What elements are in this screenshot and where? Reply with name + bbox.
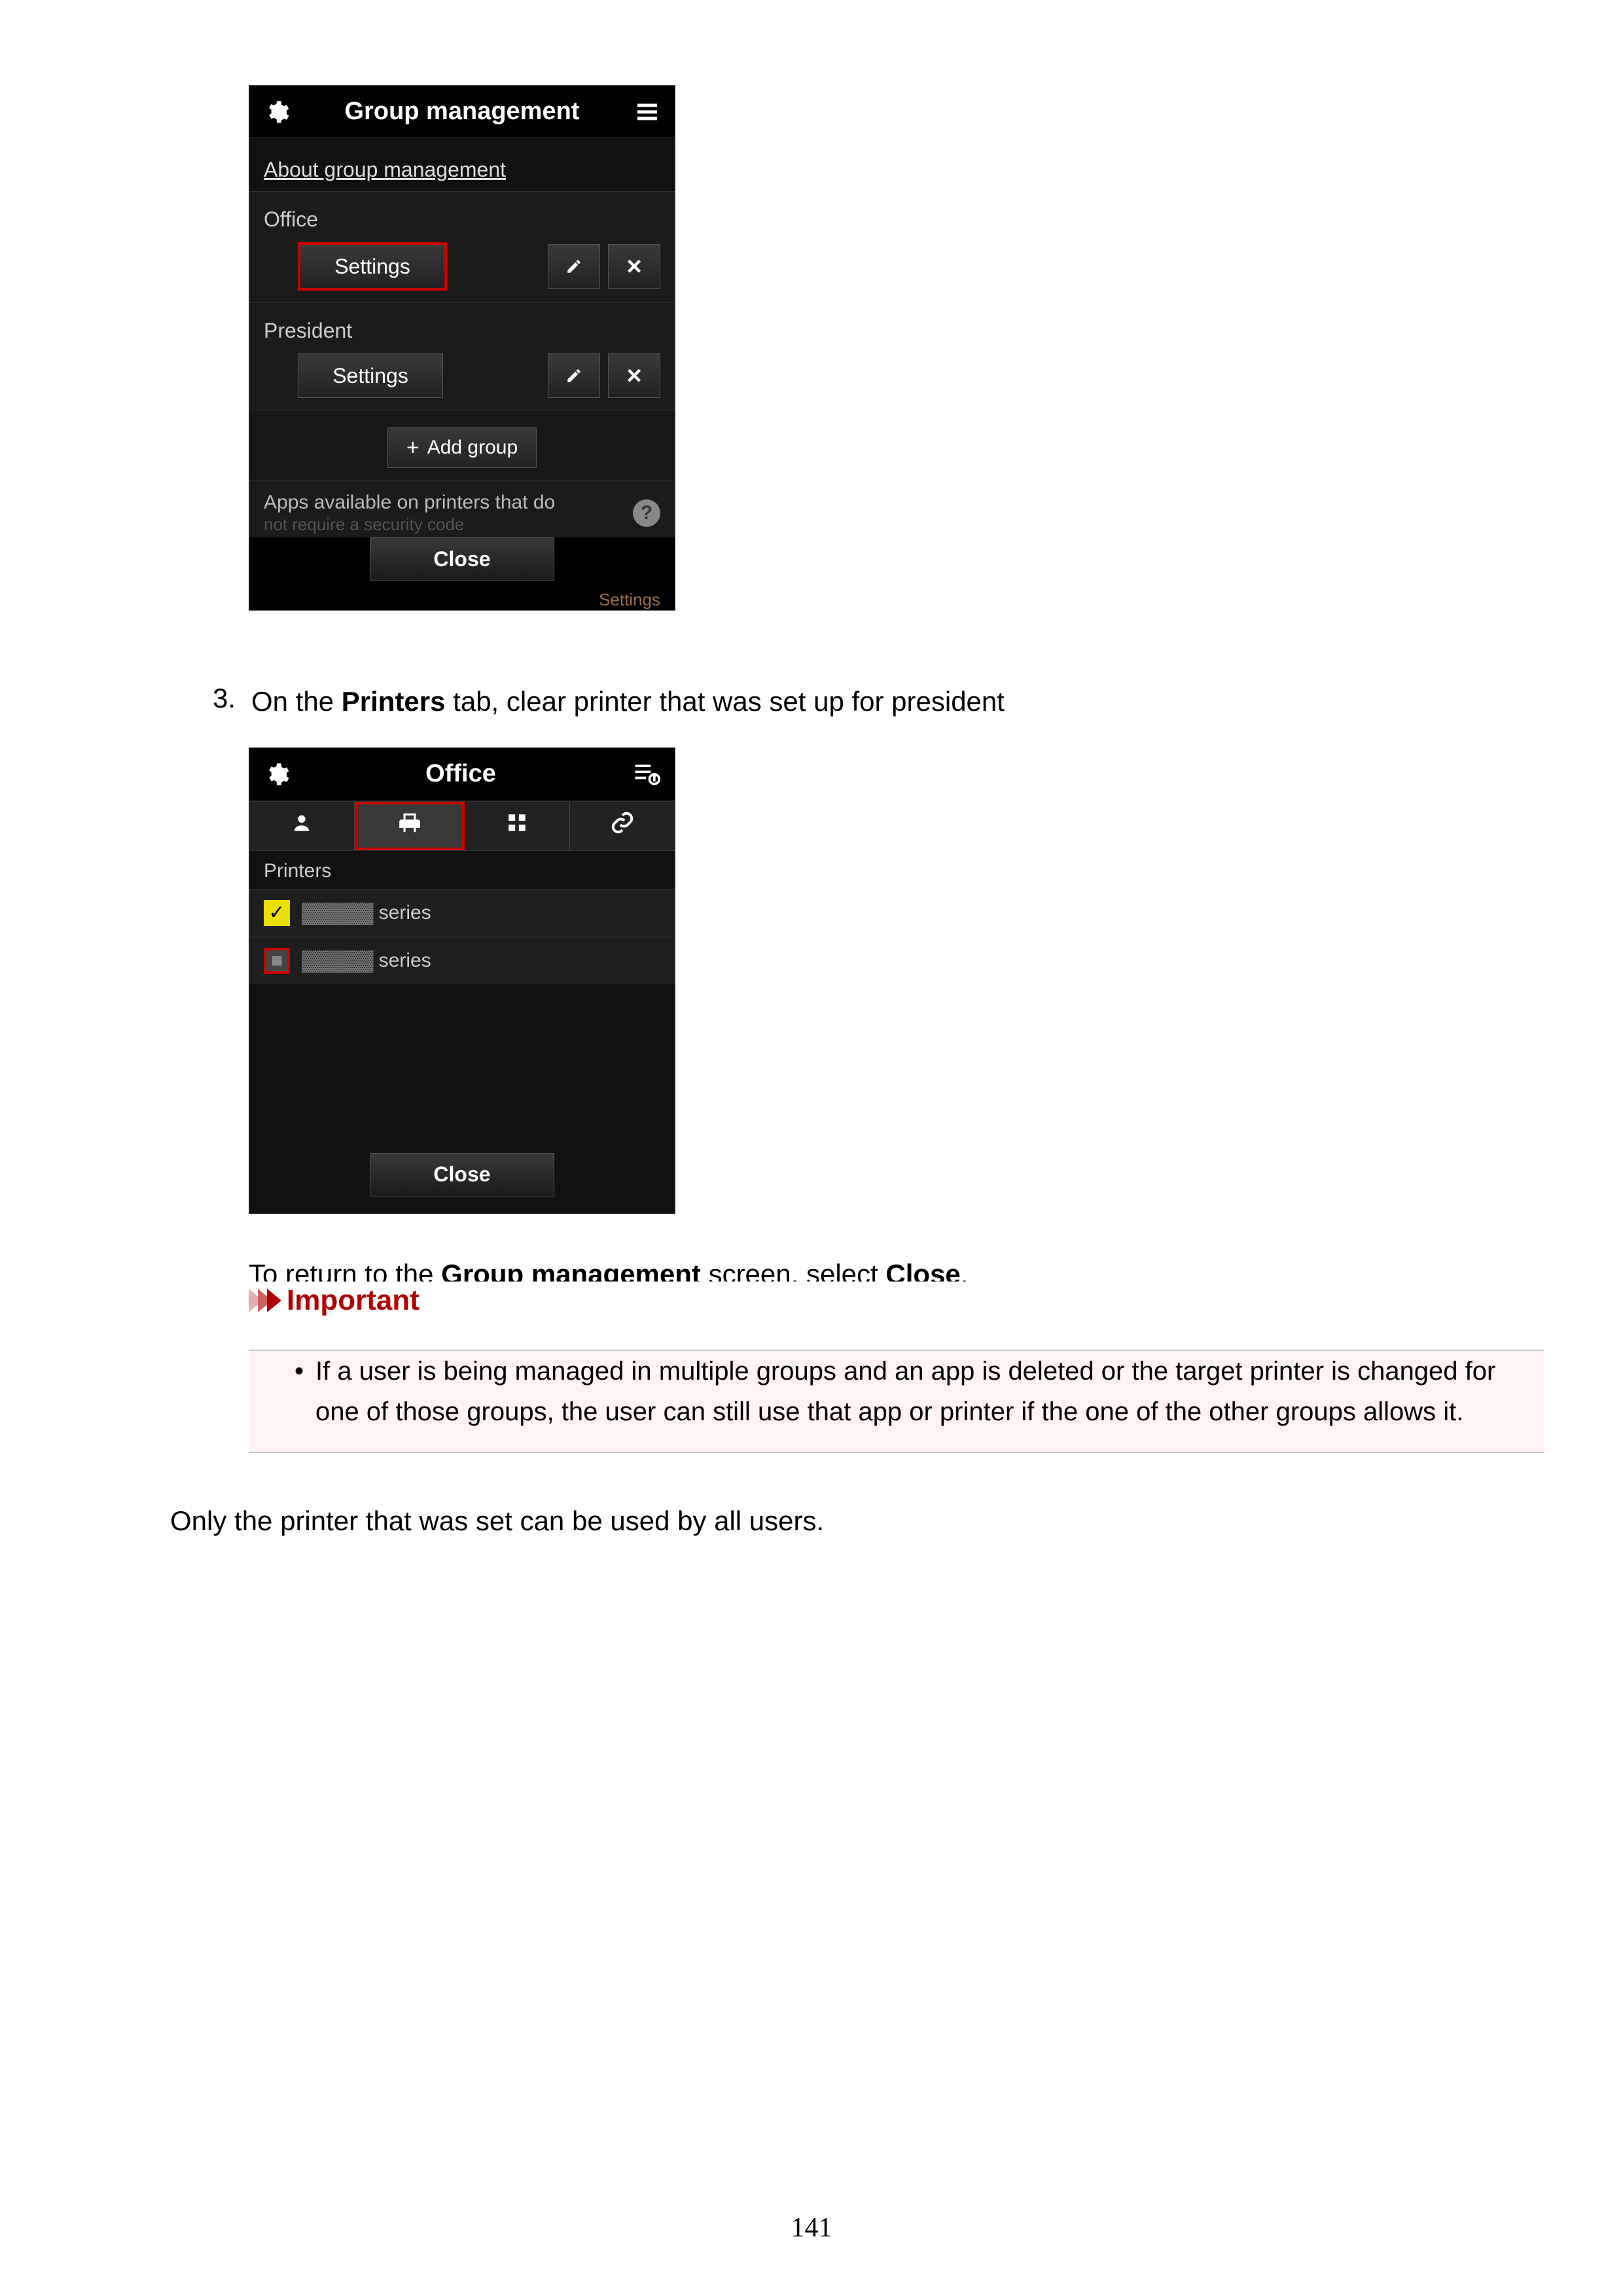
pencil-icon <box>565 361 582 391</box>
delete-button[interactable]: × <box>608 353 660 398</box>
close-icon: × <box>626 252 641 281</box>
apps-line2: not require a security code <box>264 514 555 535</box>
screenshot-office-printers: Office <box>249 747 675 1214</box>
group-row: Settings × <box>249 353 675 398</box>
tab-printers[interactable] <box>355 802 465 850</box>
bullet-dot: • <box>294 1351 304 1432</box>
group-block-president: President Settings × <box>249 302 675 410</box>
group-row: Settings × <box>249 242 675 291</box>
text-bold: Printers <box>342 686 446 717</box>
final-line: Only the printer that was set can be use… <box>170 1505 1610 1537</box>
apps-available-text: Apps available on printers that do not r… <box>264 491 555 535</box>
printer-series: series <box>379 902 431 924</box>
important-header: Important <box>249 1282 1610 1323</box>
apps-available-row: Apps available on printers that do not r… <box>249 480 675 537</box>
checkbox-unchecked-icon[interactable]: ■ <box>264 948 290 974</box>
settings-button[interactable]: Settings <box>298 242 447 291</box>
settings-button[interactable]: Settings <box>298 353 443 398</box>
gear-icon[interactable] <box>264 99 290 125</box>
tab-bar <box>249 801 675 851</box>
text: On the <box>251 686 342 717</box>
add-group-label: Add group <box>427 437 518 459</box>
hamburger-icon[interactable] <box>634 99 660 125</box>
close-row: Close <box>249 537 675 594</box>
important-title: Important <box>287 1284 419 1317</box>
gear-icon[interactable] <box>264 761 290 787</box>
chevrons-icon <box>249 1289 276 1312</box>
about-group-management-link[interactable]: About group management <box>249 138 675 191</box>
list-info-icon[interactable] <box>632 760 660 789</box>
tab-apps[interactable] <box>465 802 570 850</box>
phone-title: Office <box>290 760 632 788</box>
close-row: Close <box>249 1141 675 1213</box>
printer-model-blurred: ▓▓▓▓▓ <box>302 902 373 924</box>
close-button[interactable]: Close <box>370 1153 554 1196</box>
group-name: President <box>249 315 675 353</box>
close-button[interactable]: Close <box>370 537 554 581</box>
add-group-button[interactable]: + Add group <box>387 427 537 468</box>
printers-section-label: Printers <box>249 851 675 889</box>
ghost-settings-text: Settings <box>249 590 675 610</box>
group-block-office: Office Settings × <box>249 191 675 302</box>
important-box: • If a user is being managed in multiple… <box>249 1350 1544 1453</box>
checkbox-checked-icon[interactable]: ✓ <box>264 900 290 926</box>
pencil-icon <box>565 252 582 281</box>
text: tab, clear printer that was set up for p… <box>446 686 1005 717</box>
phone-title: Group management <box>290 98 634 126</box>
phone-header: Office <box>249 748 675 801</box>
link-icon <box>610 810 635 842</box>
printer-row[interactable]: ■ ▓▓▓▓▓ series <box>249 937 675 984</box>
user-icon <box>291 811 313 840</box>
apps-line1: Apps available on printers that do <box>264 492 555 513</box>
printer-icon <box>397 810 422 842</box>
printer-label: ▓▓▓▓▓ series <box>302 950 431 972</box>
edit-button[interactable] <box>548 353 600 398</box>
tab-web[interactable] <box>570 802 675 850</box>
group-name: Office <box>249 204 675 242</box>
edit-button[interactable] <box>548 244 600 289</box>
help-icon[interactable]: ? <box>633 499 660 527</box>
page-number: 141 <box>0 2212 1623 2244</box>
important-body: • If a user is being managed in multiple… <box>249 1351 1544 1452</box>
empty-space <box>249 984 675 1141</box>
important-bullet: • If a user is being managed in multiple… <box>294 1351 1525 1432</box>
close-icon: × <box>626 361 641 391</box>
step-3: 3. On the Printers tab, clear printer th… <box>203 683 1610 721</box>
important-text: If a user is being managed in multiple g… <box>315 1351 1525 1432</box>
step-body: On the Printers tab, clear printer that … <box>251 683 1005 721</box>
printer-series: series <box>379 950 431 971</box>
plus-icon: + <box>406 435 419 461</box>
printer-label: ▓▓▓▓▓ series <box>302 902 431 924</box>
apps-icon <box>506 811 528 840</box>
delete-button[interactable]: × <box>608 244 660 289</box>
printer-model-blurred: ▓▓▓▓▓ <box>302 950 373 971</box>
phone-header: Group management <box>249 86 675 138</box>
step-number: 3. <box>203 683 236 721</box>
printer-row[interactable]: ✓ ▓▓▓▓▓ series <box>249 889 675 937</box>
tab-users[interactable] <box>249 802 355 850</box>
screenshot-group-management: Group management About group management … <box>249 85 675 611</box>
add-group-row: + Add group <box>249 410 675 480</box>
